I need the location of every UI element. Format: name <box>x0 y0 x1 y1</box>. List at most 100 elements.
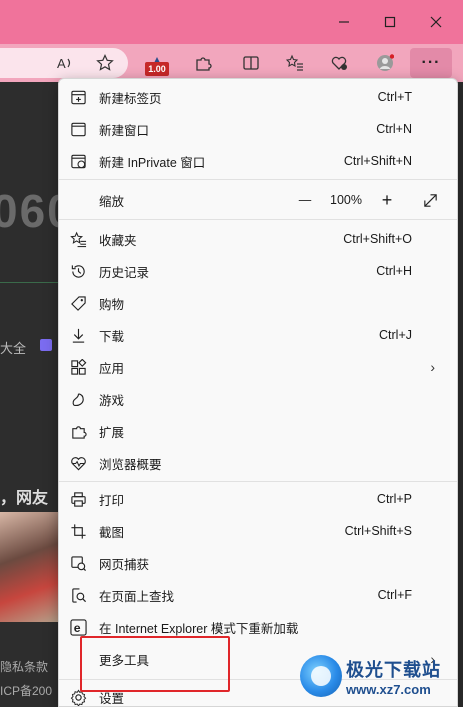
menu-divider <box>59 219 457 220</box>
profile-button[interactable] <box>372 50 398 76</box>
minimize-icon <box>339 21 349 23</box>
menu-item-web-capture[interactable]: 网页捕获 <box>59 547 457 579</box>
menu-item-screenshot[interactable]: 截图 Ctrl+Shift+S <box>59 515 457 547</box>
avatar-icon <box>377 54 394 71</box>
menu-item-new-window[interactable]: 新建窗口 Ctrl+N <box>59 113 457 145</box>
watermark: 极光下载站 www.xz7.com <box>300 652 460 700</box>
background-icp-text: ICP备200 <box>0 684 53 698</box>
menu-item-shortcut: Ctrl+N <box>376 122 412 136</box>
internet-explorer-icon: e <box>69 618 87 636</box>
menu-item-favorites[interactable]: 收藏夹 Ctrl+Shift+O <box>59 223 457 255</box>
close-icon <box>430 16 442 28</box>
new-tab-icon <box>69 88 87 106</box>
shopping-tag-icon <box>69 294 87 312</box>
menu-item-label: 历史记录 <box>99 265 150 280</box>
menu-item-shortcut: Ctrl+J <box>379 328 412 342</box>
split-screen-icon <box>243 56 259 70</box>
menu-divider <box>59 179 457 180</box>
menu-item-print[interactable]: 打印 Ctrl+P <box>59 483 457 515</box>
chevron-right-icon: › <box>430 359 435 375</box>
zoom-out-button[interactable]: — <box>295 193 315 207</box>
print-icon <box>69 490 87 508</box>
read-aloud-button[interactable]: A <box>52 50 78 76</box>
menu-item-shopping[interactable]: 购物 <box>59 287 457 319</box>
favorites-icon <box>69 230 87 248</box>
menu-item-history[interactable]: 历史记录 Ctrl+H <box>59 255 457 287</box>
menu-item-shortcut: Ctrl+T <box>377 90 412 104</box>
puzzle-icon <box>196 57 212 71</box>
menu-item-shortcut: Ctrl+F <box>377 588 412 602</box>
download-icon <box>69 326 87 344</box>
menu-item-label: 应用 <box>99 361 125 376</box>
extension-badge: 1.00 <box>145 62 169 76</box>
background-purple-icon <box>40 339 52 351</box>
watermark-name: 极光下载站 <box>346 659 441 680</box>
browser-essentials-button[interactable] <box>326 50 352 76</box>
menu-item-apps[interactable]: 应用 › <box>59 351 457 383</box>
settings-and-more-button[interactable]: ··· <box>410 48 452 78</box>
menu-item-label: 新建窗口 <box>99 123 150 138</box>
menu-item-label: 游戏 <box>99 393 125 408</box>
menu-item-browser-essentials[interactable]: 浏览器概要 <box>59 447 457 479</box>
menu-item-extensions[interactable]: 扩展 <box>59 415 457 447</box>
star-icon <box>96 54 114 71</box>
menu-item-label: 网页捕获 <box>99 557 150 572</box>
menu-item-downloads[interactable]: 下载 Ctrl+J <box>59 319 457 351</box>
games-icon <box>69 390 87 408</box>
web-capture-icon <box>69 554 87 572</box>
menu-item-label: 在页面上查找 <box>99 589 175 604</box>
zoom-controls: — 100% + <box>295 190 397 211</box>
find-icon <box>69 586 87 604</box>
menu-item-games[interactable]: 游戏 <box>59 383 457 415</box>
zoom-label: 缩放 <box>99 194 125 209</box>
read-aloud-icon: A <box>57 56 71 71</box>
menu-divider <box>59 481 457 482</box>
apps-icon <box>69 358 87 376</box>
watermark-text: 极光下载站 www.xz7.com <box>346 656 441 697</box>
menu-item-new-inprivate[interactable]: 新建 InPrivate 窗口 Ctrl+Shift+N <box>59 145 457 177</box>
menu-item-label: 扩展 <box>99 425 125 440</box>
menu-item-label: 截图 <box>99 525 125 540</box>
menu-item-shortcut: Ctrl+Shift+N <box>343 154 412 168</box>
background-headline: ，网友 <box>0 490 49 507</box>
menu-item-shortcut: Ctrl+H <box>376 264 412 278</box>
menu-item-find-on-page[interactable]: 在页面上查找 Ctrl+F <box>59 579 457 611</box>
heart-pulse-icon <box>331 56 347 70</box>
menu-item-label: 收藏夹 <box>99 233 137 248</box>
extensions-button[interactable] <box>190 50 216 76</box>
background-divider <box>0 282 58 283</box>
menu-item-label: 新建标签页 <box>99 91 162 106</box>
history-icon <box>69 262 87 280</box>
menu-item-label: 下载 <box>99 329 125 344</box>
svg-text:e: e <box>73 621 80 635</box>
heart-pulse-icon <box>69 454 87 472</box>
favorites-list-icon <box>286 54 303 71</box>
favorites-button[interactable] <box>282 50 308 76</box>
menu-item-label: 打印 <box>99 493 125 508</box>
minimize-button[interactable] <box>324 8 364 36</box>
maximize-button[interactable] <box>370 8 410 36</box>
new-window-icon <box>69 120 87 138</box>
favorite-star-button[interactable] <box>92 50 118 76</box>
menu-item-label: 在 Internet Explorer 模式下重新加载 <box>99 621 299 636</box>
highlight-box <box>80 636 230 692</box>
watermark-url: www.xz7.com <box>346 681 431 697</box>
inprivate-icon <box>69 152 87 170</box>
background-privacy-link: 隐私条款 <box>0 660 49 674</box>
close-button[interactable] <box>416 8 456 36</box>
zoom-in-button[interactable]: + <box>377 190 397 211</box>
menu-item-label: 购物 <box>99 297 125 312</box>
split-screen-button[interactable] <box>238 50 264 76</box>
menu-item-new-tab[interactable]: 新建标签页 Ctrl+T <box>59 81 457 113</box>
menu-item-shortcut: Ctrl+Shift+O <box>343 232 412 246</box>
svg-text:A: A <box>57 56 66 71</box>
browser-toolbar: A <box>0 44 463 82</box>
settings-menu: 新建标签页 Ctrl+T 新建窗口 Ctrl+N 新建 InPrivate 窗口… <box>58 78 458 707</box>
menu-item-shortcut: Ctrl+Shift+S <box>344 524 412 538</box>
fullscreen-icon[interactable] <box>421 191 439 209</box>
background-photo <box>0 512 58 622</box>
menu-item-zoom: 缩放 — 100% + <box>59 184 457 216</box>
puzzle-icon <box>69 422 87 440</box>
screenshot-icon <box>69 522 87 540</box>
menu-item-shortcut: Ctrl+P <box>376 492 412 506</box>
